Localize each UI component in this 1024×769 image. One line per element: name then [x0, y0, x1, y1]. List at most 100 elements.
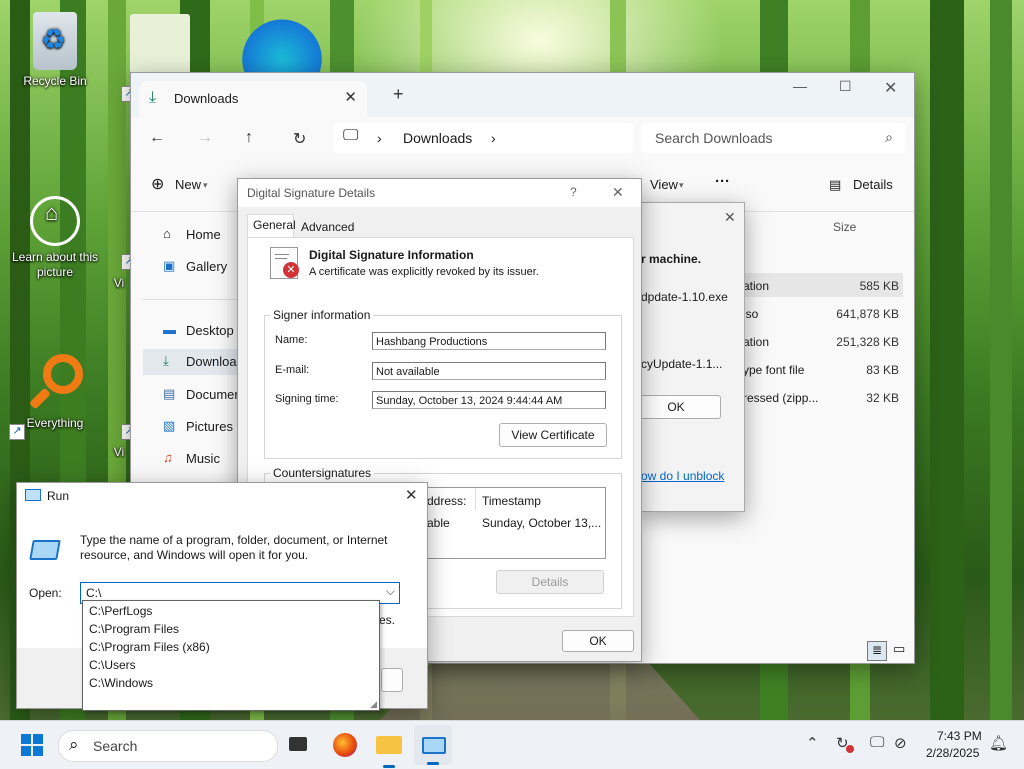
tiles-view-icon[interactable]: ▭ — [893, 641, 905, 657]
countersignature-list[interactable]: ddress: Timestamp able Sunday, October 1… — [426, 487, 606, 559]
search-placeholder: Search — [93, 738, 138, 754]
more-options-icon[interactable]: ··· — [715, 173, 730, 190]
search-placeholder: Search Downloads — [655, 130, 773, 146]
list-item[interactable]: C:\Program Files (x86) — [89, 640, 210, 654]
run-description: Type the name of a program, folder, docu… — [80, 533, 388, 562]
file-explorer-taskbar-icon[interactable] — [376, 736, 402, 754]
file-type-cell: iso — [743, 307, 759, 321]
desktop-icon: ▬ — [163, 322, 176, 337]
start-icon[interactable] — [21, 734, 43, 756]
close-icon[interactable]: ✕ — [724, 209, 736, 226]
close-tab-icon[interactable]: ✕ — [344, 88, 357, 106]
firefox-icon[interactable] — [333, 733, 357, 757]
details-button[interactable]: Details — [853, 177, 893, 192]
sidebar-item-music[interactable]: ♫ Music — [143, 446, 243, 472]
search-box[interactable]: Search Downloads ⌕ — [641, 123, 905, 153]
task-view-icon[interactable] — [289, 737, 307, 751]
dialog-title: Run — [47, 489, 70, 503]
details-button[interactable]: Details — [496, 570, 604, 594]
close-icon[interactable]: ✕ — [612, 184, 624, 201]
security-warning-dialog[interactable]: ✕ r machine. dpdate-1.10.exe cyUpdate-1.… — [631, 202, 745, 512]
sidebar-item-documents[interactable]: ▤ Documents — [143, 382, 252, 408]
signer-information-group: Signer information Name: Hashbang Produc… — [264, 308, 622, 459]
list-item[interactable]: C:\Program Files — [89, 622, 179, 636]
run-program-icon — [29, 540, 61, 560]
close-icon[interactable]: ✕ — [405, 486, 418, 504]
details-pane-icon: ▤ — [829, 177, 842, 192]
volume-muted-icon[interactable]: ⊘ — [894, 734, 907, 752]
taskbar-search[interactable]: ⌕ Search — [58, 730, 278, 762]
file-type-cell: ressed (zipp... — [743, 391, 819, 405]
help-icon[interactable]: ? — [570, 185, 577, 199]
clock-time[interactable]: 7:43 PM — [937, 729, 982, 743]
list-item[interactable]: C:\Users — [89, 658, 136, 672]
notepad-icon[interactable] — [130, 14, 190, 74]
chevron-up-icon[interactable]: ⌃ — [806, 734, 819, 752]
run-icon — [25, 489, 41, 501]
recycle-bin-label: Recycle Bin — [23, 74, 87, 88]
active-indicator — [427, 762, 439, 765]
new-tab-icon[interactable]: + — [393, 84, 404, 105]
open-input[interactable]: C:\ — [86, 586, 101, 600]
details-view-icon[interactable]: ≣ — [867, 641, 887, 661]
partial-text: es. — [379, 613, 396, 627]
column-header[interactable]: Timestamp — [482, 494, 541, 508]
up-icon[interactable]: ↑ — [245, 129, 253, 147]
autocomplete-dropdown[interactable]: C:\PerfLogs C:\Program Files C:\Program … — [82, 600, 380, 711]
sidebar-item-label: Gallery — [186, 259, 228, 274]
close-window-icon[interactable]: ✕ — [884, 78, 897, 98]
edge-icon[interactable] — [232, 8, 332, 72]
ok-button[interactable]: OK — [631, 395, 721, 419]
taskbar: ⌕ Search ⌃ ↻ 🖵 ⊘ 7:43 PM 2/28/2025 🔔︎ — [0, 720, 1024, 769]
group-label: Countersignatures — [270, 466, 375, 480]
sidebar-item-label: Desktop — [186, 323, 234, 338]
clock-date[interactable]: 2/28/2025 — [926, 746, 979, 760]
signature-info-heading: Digital Signature Information — [309, 248, 474, 262]
signing-time-field[interactable]: Sunday, October 13, 2024 9:44:44 AM — [372, 391, 606, 409]
chevron-right-icon[interactable]: › — [491, 130, 496, 146]
column-divider — [475, 488, 476, 510]
tab-bar: ⤓ Downloads ✕ + — ☐ ✕ — [131, 73, 914, 117]
column-header[interactable]: ddress: — [427, 494, 466, 508]
warning-file-name: cyUpdate-1.1... — [641, 357, 723, 371]
address-bar[interactable]: 🖵 › Downloads › — [333, 123, 633, 153]
sidebar-item-label: Home — [186, 227, 221, 242]
tab-general[interactable]: General — [247, 214, 296, 237]
breadcrumb-downloads[interactable]: Downloads — [403, 130, 472, 146]
unblock-help-link[interactable]: ow do I unblock — [641, 469, 724, 483]
resize-grip-icon[interactable]: ◢ — [370, 699, 377, 710]
view-button[interactable]: View — [650, 177, 678, 192]
forward-icon[interactable]: → — [197, 129, 213, 147]
sidebar-item-desktop[interactable]: ▬ Desktop — [143, 318, 243, 344]
refresh-icon[interactable]: ↻ — [293, 129, 306, 149]
list-item[interactable]: C:\PerfLogs — [89, 604, 152, 618]
recycle-bin-icon[interactable]: ♻ Recycle Bin — [10, 12, 100, 89]
size-column-header[interactable]: Size — [833, 220, 856, 234]
signer-name-field[interactable]: Hashbang Productions — [372, 332, 606, 350]
maximize-icon[interactable]: ☐ — [839, 78, 852, 95]
learn-about-picture-icon[interactable]: ⌂ Learn about this picture — [10, 196, 100, 280]
sidebar-item-pictures[interactable]: ▧ Pictures — [143, 414, 243, 440]
minimize-icon[interactable]: — — [793, 78, 807, 94]
gallery-icon: ▣ — [163, 258, 176, 273]
tab-downloads[interactable]: ⤓ Downloads ✕ — [139, 81, 367, 117]
network-icon[interactable]: 🖵 — [870, 734, 884, 751]
notification-bell-icon[interactable]: 🔔︎ — [989, 734, 1008, 752]
chevron-down-icon: ▾ — [679, 180, 684, 190]
sidebar-item-home[interactable]: ⌂ Home — [143, 222, 243, 248]
ok-button[interactable]: OK — [562, 630, 634, 652]
sidebar-item-gallery[interactable]: ▣ Gallery — [143, 254, 243, 280]
ok-button[interactable] — [381, 668, 403, 692]
view-certificate-button[interactable]: View Certificate — [499, 423, 607, 447]
back-icon[interactable]: ← — [149, 129, 165, 147]
everything-icon[interactable]: Everything — [10, 352, 100, 431]
tab-advanced[interactable]: Advanced — [296, 217, 354, 237]
navigation-bar: ← → ↑ ↻ 🖵 › Downloads › Search Downloads… — [131, 117, 914, 161]
run-taskbar-button[interactable] — [414, 725, 452, 765]
signer-email-field[interactable]: Not available — [372, 362, 606, 380]
new-button[interactable]: New — [175, 177, 201, 192]
list-item[interactable]: C:\Windows — [89, 676, 153, 690]
file-type-cell: ation — [743, 335, 770, 349]
sidebar-item-downloads[interactable]: ⤓ Downloads — [143, 349, 250, 375]
chevron-down-icon[interactable]: ⌵ — [386, 584, 395, 599]
